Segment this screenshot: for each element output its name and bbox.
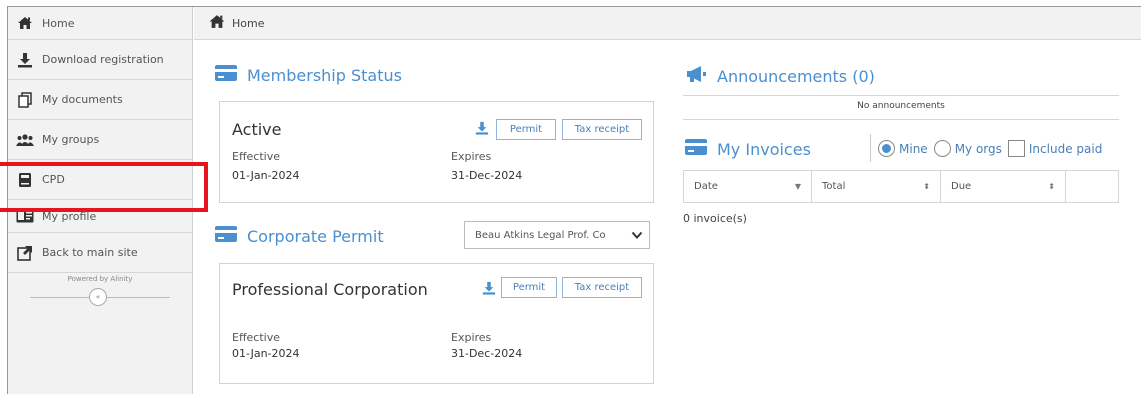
credit-card-icon <box>215 65 237 85</box>
invoice-filters: Mine My orgs Include paid <box>878 140 1102 157</box>
credit-card-icon <box>215 226 237 246</box>
corporation-select[interactable]: Beau Atkins Legal Prof. Co <box>464 221 650 249</box>
invoices-table-header: Date ▼ Total ⬍ Due ⬍ <box>683 170 1119 203</box>
credit-card-icon <box>685 139 707 159</box>
column-header-total[interactable]: Total ⬍ <box>812 171 941 202</box>
corporate-permit-title: Corporate Permit <box>247 226 384 246</box>
breadcrumb: Home <box>194 7 1141 40</box>
sidebar-item-label: Back to main site <box>42 246 138 259</box>
invoice-count: 0 invoice(s) <box>683 212 747 225</box>
download-icon[interactable] <box>482 280 496 295</box>
download-icon <box>16 52 34 68</box>
filter-separator <box>870 134 871 162</box>
sort-icon: ⬍ <box>1048 182 1055 191</box>
tax-receipt-button[interactable]: Tax receipt <box>562 277 642 298</box>
documents-icon <box>16 91 34 108</box>
corporate-status-value: Professional Corporation <box>232 280 428 299</box>
breadcrumb-home-link[interactable]: Home <box>232 17 264 30</box>
corporation-select-value: Beau Atkins Legal Prof. Co <box>475 229 606 241</box>
effective-date: 01-Jan-2024 <box>232 169 300 182</box>
sidebar-item-label: Home <box>42 16 75 30</box>
external-link-icon <box>16 245 34 261</box>
effective-label: Effective <box>232 331 280 344</box>
no-announcements-text: No announcements <box>857 101 945 111</box>
my-invoices-heading: My Invoices <box>685 139 811 159</box>
chevron-down-icon <box>631 229 643 244</box>
membership-status-heading: Membership Status <box>215 65 402 85</box>
announcements-title: Announcements (0) <box>717 66 875 86</box>
megaphone-icon <box>685 65 707 87</box>
cpd-highlight-box <box>0 162 208 212</box>
my-orgs-radio[interactable] <box>933 140 951 157</box>
mine-radio-label: Mine <box>899 141 928 156</box>
column-label: Date <box>694 181 718 192</box>
sidebar-item-home[interactable]: Home <box>8 7 192 40</box>
sort-icon: ⬍ <box>923 182 930 191</box>
effective-date: 01-Jan-2024 <box>232 347 300 360</box>
home-icon <box>16 15 34 31</box>
membership-status-card: Active Permit Tax receipt Effective 01-J… <box>219 101 654 203</box>
sort-desc-icon: ▼ <box>794 182 801 191</box>
announcements-divider <box>683 95 1119 96</box>
effective-label: Effective <box>232 150 280 163</box>
column-label: Due <box>951 181 972 192</box>
column-header-date[interactable]: Date ▼ <box>684 171 812 202</box>
download-icon[interactable] <box>475 120 489 135</box>
tax-receipt-button[interactable]: Tax receipt <box>562 119 642 140</box>
expires-date: 31-Dec-2024 <box>451 347 523 360</box>
column-header-due[interactable]: Due ⬍ <box>941 171 1066 202</box>
sidebar-item-label: My groups <box>42 133 100 146</box>
membership-status-title: Membership Status <box>247 65 402 85</box>
expires-label: Expires <box>451 331 492 344</box>
include-paid-label: Include paid <box>1028 141 1103 156</box>
mine-radio[interactable] <box>878 140 895 157</box>
sidebar-item-label: My documents <box>42 93 123 106</box>
collapse-sidebar-button[interactable]: « <box>89 288 107 306</box>
collapse-control: « <box>8 286 192 308</box>
membership-status-value: Active <box>232 120 282 139</box>
column-header-actions <box>1066 171 1118 202</box>
announcements-divider <box>683 119 1119 120</box>
sidebar-item-back-to-main-site[interactable]: Back to main site <box>8 233 192 273</box>
expires-label: Expires <box>451 150 492 163</box>
permit-button[interactable]: Permit <box>496 119 556 140</box>
home-icon <box>208 14 226 32</box>
announcements-heading: Announcements (0) <box>685 65 875 87</box>
sidebar-item-my-groups[interactable]: My groups <box>8 120 192 160</box>
sidebar-item-label: Download registration <box>42 53 164 66</box>
powered-by: Powered by Alinity <box>67 275 133 283</box>
permit-button[interactable]: Permit <box>501 277 557 298</box>
sidebar-item-download-registration[interactable]: Download registration <box>8 40 192 80</box>
sidebar-item-my-documents[interactable]: My documents <box>8 80 192 120</box>
my-orgs-radio-label: My orgs <box>954 141 1002 156</box>
column-label: Total <box>822 181 846 192</box>
groups-icon <box>16 132 34 148</box>
corporate-permit-heading: Corporate Permit <box>215 226 384 246</box>
expires-date: 31-Dec-2024 <box>451 169 523 182</box>
my-invoices-title: My Invoices <box>717 139 811 159</box>
include-paid-checkbox[interactable] <box>1007 140 1025 157</box>
corporate-permit-card: Professional Corporation Permit Tax rece… <box>219 263 654 384</box>
